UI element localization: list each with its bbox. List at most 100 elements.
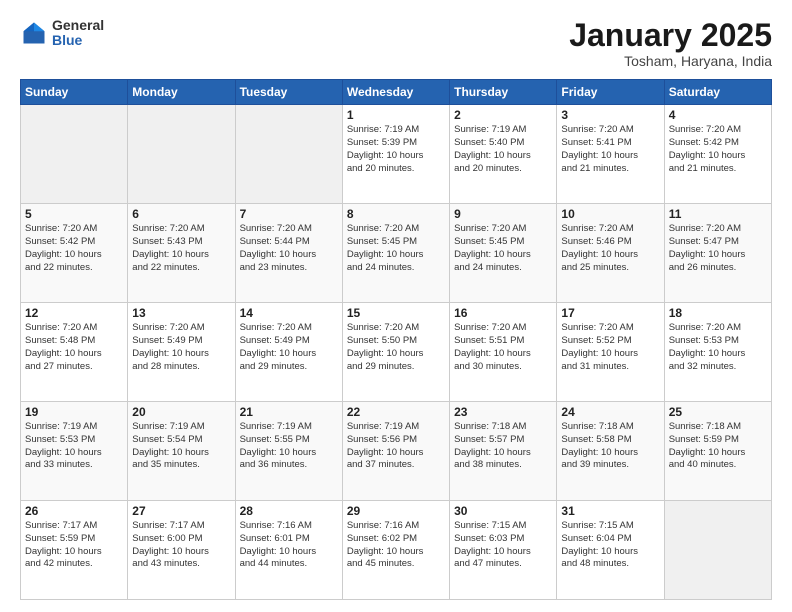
cell-date: 13 — [132, 306, 230, 320]
cell-date: 1 — [347, 108, 445, 122]
calendar-cell: 28Sunrise: 7:16 AM Sunset: 6:01 PM Dayli… — [235, 501, 342, 600]
cell-info: Sunrise: 7:20 AM Sunset: 5:49 PM Dayligh… — [132, 322, 230, 373]
cell-date: 27 — [132, 504, 230, 518]
cell-date: 15 — [347, 306, 445, 320]
cell-date: 18 — [669, 306, 767, 320]
calendar-cell: 8 Sunrise: 7:20 AM Sunset: 5:45 PM Daylig… — [342, 204, 449, 303]
calendar-cell: 17 Sunrise: 7:20 AM Sunset: 5:52 PM Dayli… — [557, 303, 664, 402]
cell-info: Sunrise: 7:20 AM Sunset: 5:46 PM Dayligh… — [561, 223, 659, 274]
calendar-cell: 23Sunrise: 7:18 AM Sunset: 5:57 PM Dayli… — [450, 402, 557, 501]
cell-info: Sunrise: 7:16 AM Sunset: 6:02 PM Dayligh… — [347, 520, 445, 571]
cell-date: 19 — [25, 405, 123, 419]
calendar-cell: 3Sunrise: 7:20 AM Sunset: 5:41 PM Daylig… — [557, 105, 664, 204]
calendar-cell: 21Sunrise: 7:19 AM Sunset: 5:55 PM Dayli… — [235, 402, 342, 501]
logo-text: General Blue — [52, 18, 104, 49]
cell-date: 24 — [561, 405, 659, 419]
main-title: January 2025 — [569, 18, 772, 53]
cell-date: 30 — [454, 504, 552, 518]
cell-info: Sunrise: 7:16 AM Sunset: 6:01 PM Dayligh… — [240, 520, 338, 571]
calendar-cell: 12 Sunrise: 7:20 AM Sunset: 5:48 PM Dayli… — [21, 303, 128, 402]
cell-info: Sunrise: 7:18 AM Sunset: 5:59 PM Dayligh… — [669, 421, 767, 472]
calendar-cell: 1 Sunrise: 7:19 AM Sunset: 5:39 PM Daylig… — [342, 105, 449, 204]
calendar-header-row: SundayMondayTuesdayWednesdayThursdayFrid… — [21, 80, 772, 105]
cell-date: 16 — [454, 306, 552, 320]
calendar-week-row: 12 Sunrise: 7:20 AM Sunset: 5:48 PM Dayli… — [21, 303, 772, 402]
calendar-cell: 19 Sunrise: 7:19 AM Sunset: 5:53 PM Dayli… — [21, 402, 128, 501]
cell-info: Sunrise: 7:20 AM Sunset: 5:49 PM Dayligh… — [240, 322, 338, 373]
cell-info: Sunrise: 7:20 AM Sunset: 5:42 PM Dayligh… — [669, 124, 767, 175]
cell-info: Sunrise: 7:19 AM Sunset: 5:56 PM Dayligh… — [347, 421, 445, 472]
calendar-week-row: 26 Sunrise: 7:17 AM Sunset: 5:59 PM Dayli… — [21, 501, 772, 600]
cell-info: Sunrise: 7:19 AM Sunset: 5:40 PM Dayligh… — [454, 124, 552, 175]
cell-info: Sunrise: 7:20 AM Sunset: 5:43 PM Dayligh… — [132, 223, 230, 274]
cell-info: Sunrise: 7:17 AM Sunset: 5:59 PM Dayligh… — [25, 520, 123, 571]
sub-title: Tosham, Haryana, India — [569, 53, 772, 69]
calendar-cell: 22Sunrise: 7:19 AM Sunset: 5:56 PM Dayli… — [342, 402, 449, 501]
logo-icon — [20, 19, 48, 47]
cell-info: Sunrise: 7:20 AM Sunset: 5:45 PM Dayligh… — [347, 223, 445, 274]
cell-info: Sunrise: 7:19 AM Sunset: 5:39 PM Dayligh… — [347, 124, 445, 175]
calendar-cell — [21, 105, 128, 204]
calendar-cell — [664, 501, 771, 600]
calendar-cell: 27 Sunrise: 7:17 AM Sunset: 6:00 PM Dayli… — [128, 501, 235, 600]
cell-date: 17 — [561, 306, 659, 320]
calendar-cell: 31Sunrise: 7:15 AM Sunset: 6:04 PM Dayli… — [557, 501, 664, 600]
calendar-header-friday: Friday — [557, 80, 664, 105]
cell-info: Sunrise: 7:15 AM Sunset: 6:03 PM Dayligh… — [454, 520, 552, 571]
calendar-header-sunday: Sunday — [21, 80, 128, 105]
calendar-cell — [235, 105, 342, 204]
calendar-table: SundayMondayTuesdayWednesdayThursdayFrid… — [20, 79, 772, 600]
calendar-header-wednesday: Wednesday — [342, 80, 449, 105]
calendar-cell: 15 Sunrise: 7:20 AM Sunset: 5:50 PM Dayli… — [342, 303, 449, 402]
cell-date: 2 — [454, 108, 552, 122]
calendar-cell: 30 Sunrise: 7:15 AM Sunset: 6:03 PM Dayli… — [450, 501, 557, 600]
cell-info: Sunrise: 7:17 AM Sunset: 6:00 PM Dayligh… — [132, 520, 230, 571]
calendar-cell: 14 Sunrise: 7:20 AM Sunset: 5:49 PM Dayli… — [235, 303, 342, 402]
calendar-week-row: 19 Sunrise: 7:19 AM Sunset: 5:53 PM Dayli… — [21, 402, 772, 501]
cell-date: 6 — [132, 207, 230, 221]
logo-line1: General — [52, 18, 104, 33]
cell-date: 9 — [454, 207, 552, 221]
calendar-cell: 13 Sunrise: 7:20 AM Sunset: 5:49 PM Dayli… — [128, 303, 235, 402]
calendar-week-row: 5Sunrise: 7:20 AM Sunset: 5:42 PM Daylig… — [21, 204, 772, 303]
calendar-cell: 24 Sunrise: 7:18 AM Sunset: 5:58 PM Dayli… — [557, 402, 664, 501]
cell-info: Sunrise: 7:19 AM Sunset: 5:53 PM Dayligh… — [25, 421, 123, 472]
calendar-cell: 10Sunrise: 7:20 AM Sunset: 5:46 PM Dayli… — [557, 204, 664, 303]
calendar-cell: 16 Sunrise: 7:20 AM Sunset: 5:51 PM Dayli… — [450, 303, 557, 402]
cell-date: 21 — [240, 405, 338, 419]
calendar-cell: 20Sunrise: 7:19 AM Sunset: 5:54 PM Dayli… — [128, 402, 235, 501]
cell-date: 26 — [25, 504, 123, 518]
calendar-header-thursday: Thursday — [450, 80, 557, 105]
cell-info: Sunrise: 7:20 AM Sunset: 5:52 PM Dayligh… — [561, 322, 659, 373]
cell-info: Sunrise: 7:20 AM Sunset: 5:53 PM Dayligh… — [669, 322, 767, 373]
calendar-cell: 9 Sunrise: 7:20 AM Sunset: 5:45 PM Daylig… — [450, 204, 557, 303]
cell-info: Sunrise: 7:15 AM Sunset: 6:04 PM Dayligh… — [561, 520, 659, 571]
page: General Blue January 2025 Tosham, Haryan… — [0, 0, 792, 612]
cell-info: Sunrise: 7:20 AM Sunset: 5:51 PM Dayligh… — [454, 322, 552, 373]
calendar-cell: 6 Sunrise: 7:20 AM Sunset: 5:43 PM Daylig… — [128, 204, 235, 303]
header: General Blue January 2025 Tosham, Haryan… — [20, 18, 772, 69]
cell-date: 12 — [25, 306, 123, 320]
cell-info: Sunrise: 7:20 AM Sunset: 5:50 PM Dayligh… — [347, 322, 445, 373]
cell-info: Sunrise: 7:20 AM Sunset: 5:42 PM Dayligh… — [25, 223, 123, 274]
cell-info: Sunrise: 7:20 AM Sunset: 5:45 PM Dayligh… — [454, 223, 552, 274]
cell-info: Sunrise: 7:20 AM Sunset: 5:48 PM Dayligh… — [25, 322, 123, 373]
logo-line2: Blue — [52, 33, 104, 48]
logo: General Blue — [20, 18, 104, 49]
cell-info: Sunrise: 7:19 AM Sunset: 5:54 PM Dayligh… — [132, 421, 230, 472]
cell-date: 14 — [240, 306, 338, 320]
cell-info: Sunrise: 7:20 AM Sunset: 5:41 PM Dayligh… — [561, 124, 659, 175]
cell-date: 25 — [669, 405, 767, 419]
calendar-cell: 7Sunrise: 7:20 AM Sunset: 5:44 PM Daylig… — [235, 204, 342, 303]
cell-date: 8 — [347, 207, 445, 221]
calendar-cell: 5Sunrise: 7:20 AM Sunset: 5:42 PM Daylig… — [21, 204, 128, 303]
calendar-header-monday: Monday — [128, 80, 235, 105]
cell-date: 29 — [347, 504, 445, 518]
calendar-cell: 25 Sunrise: 7:18 AM Sunset: 5:59 PM Dayli… — [664, 402, 771, 501]
cell-date: 4 — [669, 108, 767, 122]
cell-info: Sunrise: 7:18 AM Sunset: 5:57 PM Dayligh… — [454, 421, 552, 472]
cell-info: Sunrise: 7:20 AM Sunset: 5:44 PM Dayligh… — [240, 223, 338, 274]
cell-info: Sunrise: 7:18 AM Sunset: 5:58 PM Dayligh… — [561, 421, 659, 472]
calendar-cell: 18 Sunrise: 7:20 AM Sunset: 5:53 PM Dayli… — [664, 303, 771, 402]
title-block: January 2025 Tosham, Haryana, India — [569, 18, 772, 69]
